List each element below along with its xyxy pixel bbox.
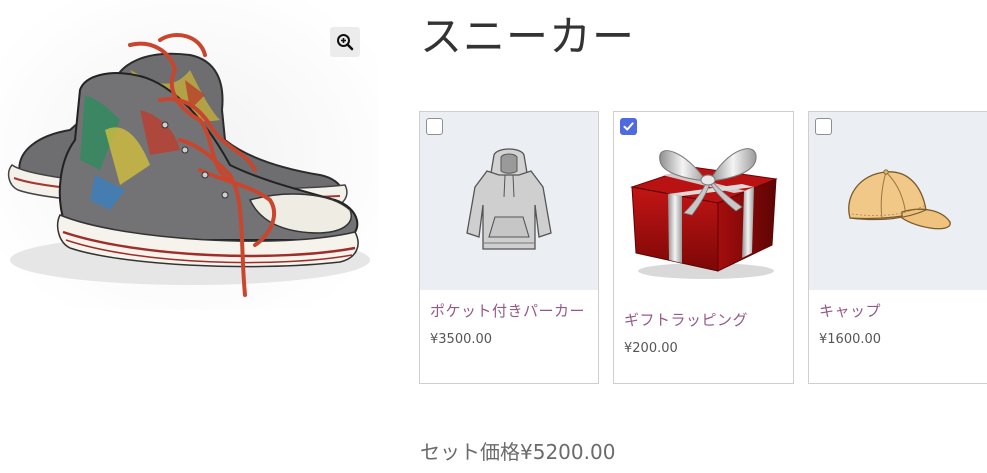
magnifier-plus-icon xyxy=(337,34,354,51)
bundle-item-image[interactable] xyxy=(420,112,598,290)
zoom-button[interactable] xyxy=(330,27,360,57)
product-title: スニーカー xyxy=(420,12,636,61)
bundle-item-gift-wrapping[interactable]: ギフトラッピング ¥200.00 xyxy=(613,111,794,384)
product-page: スニーカー ポケット付きパーカー ¥3500.00 ギフトラッピング ¥200.… xyxy=(0,0,987,473)
bundle-item-image[interactable] xyxy=(809,112,987,290)
bundle-item-price: ¥3500.00 xyxy=(430,332,493,347)
sneakers-image[interactable] xyxy=(0,0,378,310)
hoodie-image xyxy=(466,148,552,250)
bundle-item-price: ¥200.00 xyxy=(624,341,678,356)
bundle-item-name[interactable]: ポケット付きパーカー xyxy=(430,300,588,323)
bundle-item-name[interactable]: キャップ xyxy=(819,300,977,323)
bundle-item-image[interactable] xyxy=(614,112,793,290)
bundle-item-price: ¥1600.00 xyxy=(819,332,882,347)
product-gallery[interactable] xyxy=(0,0,378,310)
gift-box-image xyxy=(629,148,778,279)
checkmark-icon xyxy=(623,122,634,131)
bundle-item-checkbox[interactable] xyxy=(620,118,637,135)
bundle-item-name[interactable]: ギフトラッピング xyxy=(624,309,783,332)
bundle-item-cap[interactable]: キャップ ¥1600.00 xyxy=(808,111,987,384)
bundle-item-checkbox[interactable] xyxy=(426,118,443,135)
bundle-item-hoodie[interactable]: ポケット付きパーカー ¥3500.00 xyxy=(419,111,599,384)
bundle-item-checkbox[interactable] xyxy=(815,118,832,135)
set-price: セット価格¥5200.00 xyxy=(420,440,616,464)
cap-image xyxy=(848,169,951,230)
